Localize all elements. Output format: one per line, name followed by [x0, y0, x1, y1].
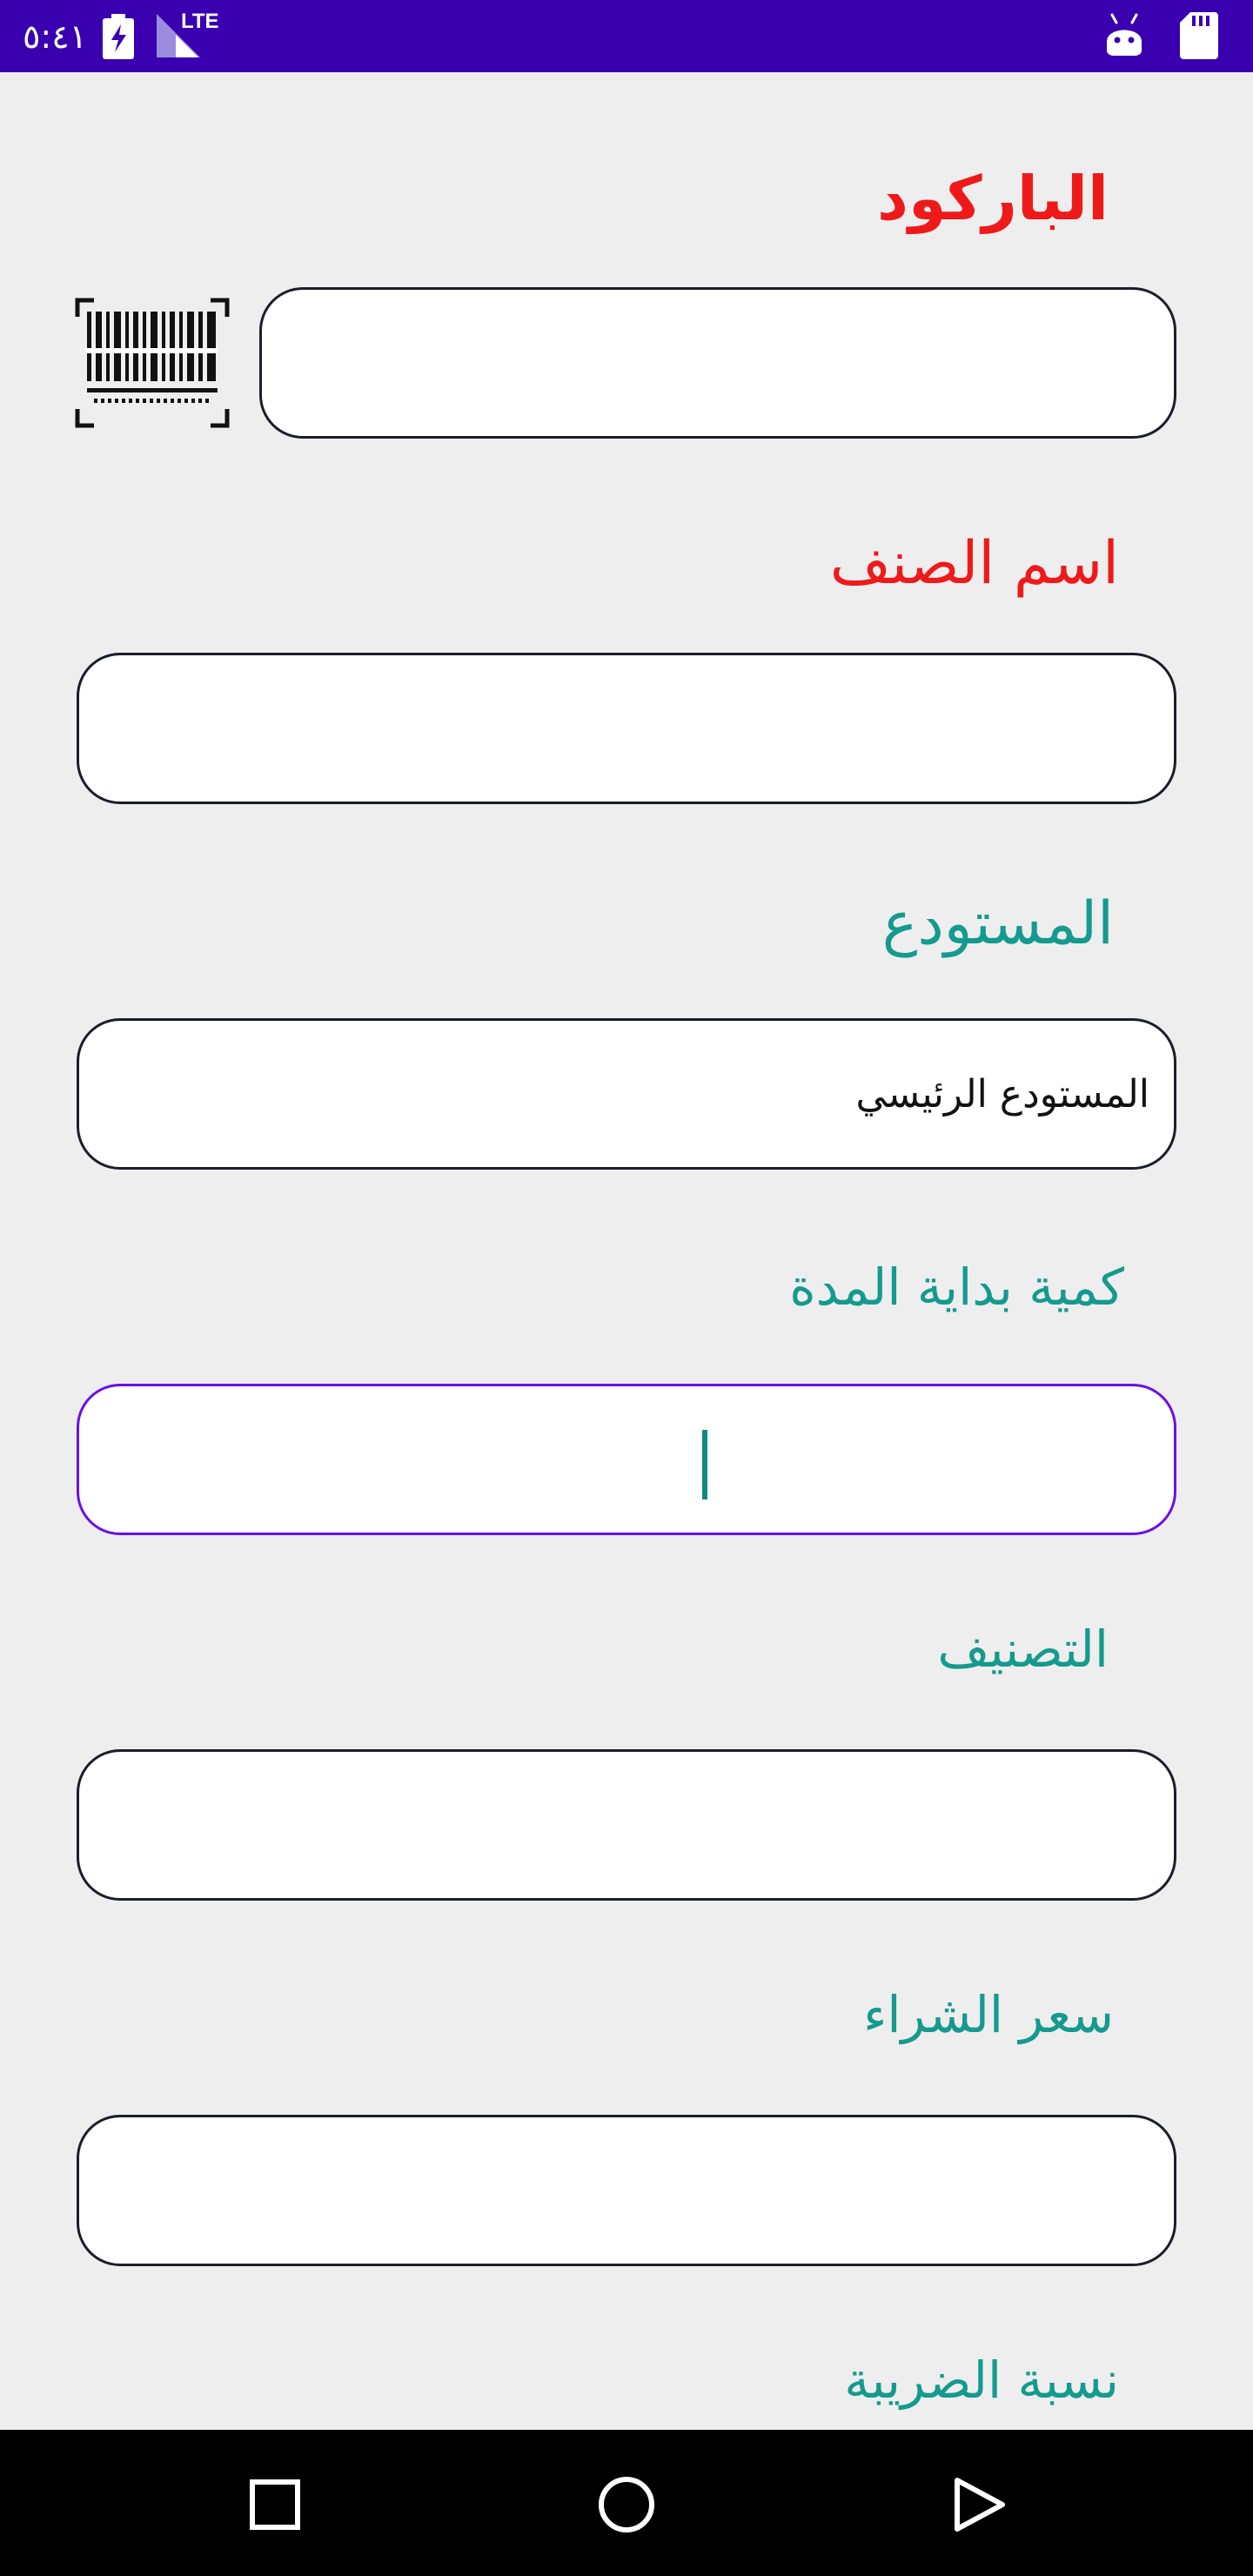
- barcode-input[interactable]: [259, 287, 1176, 439]
- status-bar: ٥:٤١ LTE: [0, 0, 1253, 72]
- opening-quantity-input[interactable]: [77, 1384, 1176, 1535]
- purchase-price-label: سعر الشراء: [863, 1985, 1114, 2044]
- status-time: ٥:٤١: [23, 17, 88, 56]
- warehouse-value: المستودع الرئيسي: [855, 1071, 1149, 1117]
- item-name-input[interactable]: [77, 653, 1176, 804]
- text-cursor: [702, 1430, 707, 1499]
- android-icon: [1107, 13, 1142, 56]
- navigation-bar: [0, 2430, 1253, 2576]
- item-name-label: اسم الصنف: [829, 529, 1119, 598]
- barcode-label: الباركود: [877, 163, 1109, 234]
- barcode-scan-icon[interactable]: [75, 298, 230, 428]
- category-label: التصنيف: [937, 1620, 1109, 1679]
- network-type: LTE: [181, 10, 219, 33]
- back-triangle-icon[interactable]: [941, 2468, 1015, 2541]
- opening-quantity-label: كمية بداية المدة: [789, 1258, 1124, 1317]
- recents-square-icon[interactable]: [238, 2468, 312, 2541]
- warehouse-label: المستودع: [881, 889, 1114, 958]
- category-input[interactable]: [77, 1749, 1176, 1901]
- battery-charging-icon: [103, 14, 134, 59]
- purchase-price-input[interactable]: [77, 2115, 1176, 2266]
- warehouse-input[interactable]: المستودع الرئيسي: [77, 1018, 1176, 1170]
- home-circle-icon[interactable]: [590, 2468, 663, 2541]
- sd-card-icon: [1180, 12, 1218, 59]
- tax-rate-label: نسبة الضريبة: [844, 2351, 1119, 2410]
